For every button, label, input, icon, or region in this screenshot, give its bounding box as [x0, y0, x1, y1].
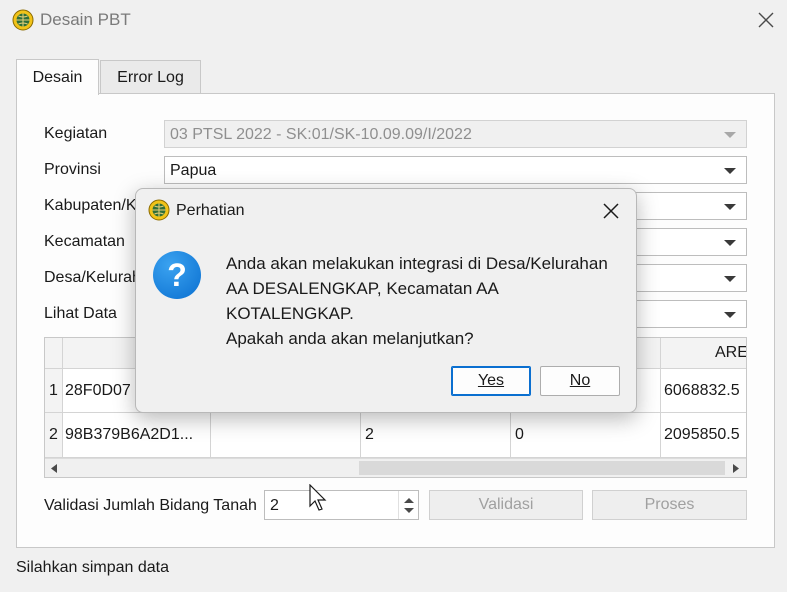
scroll-left-icon[interactable]: [49, 463, 59, 474]
table-cell-area[interactable]: 2095850.5: [661, 413, 746, 458]
table-cell[interactable]: 2: [361, 413, 511, 458]
chevron-down-icon: [724, 168, 736, 174]
yes-button[interactable]: Yes: [451, 366, 531, 396]
app-logo-icon: [12, 9, 34, 31]
proses-button[interactable]: Proses: [592, 490, 747, 520]
validasi-spinbox[interactable]: 2: [264, 490, 419, 520]
no-button[interactable]: No: [540, 366, 620, 396]
horizontal-scrollbar[interactable]: [45, 458, 746, 477]
table-cell-area[interactable]: 6068832.5: [661, 369, 746, 413]
scroll-right-icon[interactable]: [731, 463, 741, 474]
table-cell-id[interactable]: 98B379B6A2D1...: [63, 413, 211, 458]
kegiatan-value: 03 PTSL 2022 - SK:01/SK-10.09.09/I/2022: [170, 126, 472, 143]
dialog-message-line: KOTALENGKAP.: [226, 304, 354, 323]
window-titlebar: Desain PBT: [0, 0, 787, 42]
chevron-down-icon: [724, 204, 736, 210]
spin-buttons: [398, 491, 418, 519]
chevron-down-icon: [724, 276, 736, 282]
spin-up-icon[interactable]: [403, 497, 415, 504]
app-logo-icon: [148, 199, 170, 221]
lihat-data-label: Lihat Data: [44, 305, 117, 322]
question-icon: ?: [153, 251, 201, 299]
provinsi-select[interactable]: Papua: [164, 156, 747, 184]
spin-down-icon[interactable]: [403, 507, 415, 514]
kegiatan-select[interactable]: 03 PTSL 2022 - SK:01/SK-10.09.09/I/2022: [164, 120, 747, 148]
provinsi-value: Papua: [170, 162, 217, 179]
window-title: Desain PBT: [40, 10, 131, 29]
dialog-title: Perhatian: [176, 202, 245, 219]
chevron-down-icon: [724, 312, 736, 318]
confirm-dialog: Perhatian ? Anda akan melakukan integras…: [135, 188, 637, 413]
close-icon[interactable]: [600, 200, 622, 222]
table-row-number[interactable]: 2: [45, 413, 63, 458]
table-header-area[interactable]: ARE: [661, 338, 746, 369]
table-cell[interactable]: 0: [511, 413, 661, 458]
scrollbar-thumb[interactable]: [359, 461, 725, 475]
dialog-message-line: Apakah anda akan melanjutkan?: [226, 329, 474, 348]
dialog-message-line: AA DESALENGKAP, Kecamatan AA: [226, 279, 499, 298]
mouse-cursor-icon: [309, 484, 327, 511]
validasi-value: 2: [270, 497, 279, 514]
validasi-label: Validasi Jumlah Bidang Tanah: [44, 497, 257, 514]
kegiatan-label: Kegiatan: [44, 125, 108, 142]
chevron-down-icon: [724, 132, 736, 138]
dialog-message: Anda akan melakukan integrasi di Desa/Ke…: [226, 251, 608, 351]
validasi-button[interactable]: Validasi: [429, 490, 583, 520]
provinsi-label: Provinsi: [44, 161, 101, 178]
close-icon[interactable]: [755, 9, 777, 31]
kecamatan-label: Kecamatan: [44, 233, 125, 250]
table-row-number[interactable]: 1: [45, 369, 63, 413]
kabupaten-label: Kabupaten/Ko: [44, 197, 146, 214]
tab-error-log[interactable]: Error Log: [100, 60, 201, 94]
yes-button-label: Yes: [477, 372, 505, 389]
dialog-message-line: Anda akan melakukan integrasi di Desa/Ke…: [226, 254, 608, 273]
status-text: Silahkan simpan data: [16, 559, 169, 576]
table-cell[interactable]: [211, 413, 361, 458]
scrollbar-track-left[interactable]: [63, 461, 359, 475]
chevron-down-icon: [724, 240, 736, 246]
no-button-label: No: [569, 372, 591, 389]
desa-label: Desa/Kelurah: [44, 269, 141, 286]
tab-desain[interactable]: Desain: [16, 59, 99, 95]
table-corner-header: [45, 338, 63, 369]
